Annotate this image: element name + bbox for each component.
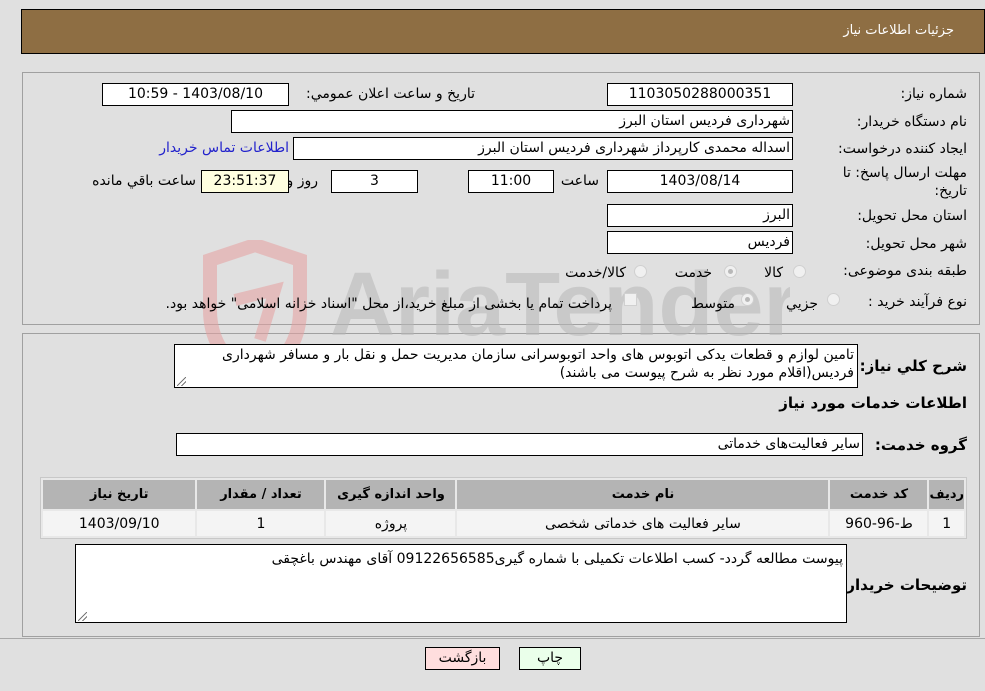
city-field: فردیس [607, 231, 793, 254]
category-option-service: خدمت [674, 265, 712, 281]
category-radio-service[interactable] [724, 265, 737, 278]
category-radio-goods[interactable] [793, 265, 806, 278]
process-radio-minor[interactable] [827, 293, 840, 306]
province-field: البرز [607, 204, 793, 227]
services-section-title: اطلاعات خدمات مورد نیاز [779, 394, 967, 412]
category-radio-goods-service[interactable] [634, 265, 647, 278]
buyer-notes-textarea: پیوست مطالعه گردد- کسب اطلاعات تکمیلی با… [75, 544, 847, 623]
footer-divider [0, 638, 985, 639]
creator-label: ایجاد کننده درخواست: [838, 141, 967, 157]
buyer-notes-label: توضیحات خریدار: [840, 576, 967, 594]
announce-datetime-field: 1403/08/10 - 10:59 [102, 83, 289, 106]
announce-label: تاریخ و ساعت اعلان عمومي: [306, 86, 475, 102]
deadline-date-field: 1403/08/14 [607, 170, 793, 193]
buyer-notes-text: پیوست مطالعه گردد- کسب اطلاعات تکمیلی با… [271, 551, 843, 567]
category-option-goods-service: کالا/خدمت [565, 265, 626, 281]
category-option-goods: کالا [764, 265, 783, 281]
remaining-label: ساعت باقي مانده [92, 173, 196, 189]
table-row: 1 ط-96-960 سایر فعالیت های خدماتی شخصی پ… [43, 511, 964, 536]
buyer-org-field: شهرداری فردیس استان البرز [231, 110, 793, 133]
process-radio-medium[interactable] [741, 293, 754, 306]
deadline-time-field: 11:00 [468, 170, 554, 193]
remaining-time-field: 23:51:37 [201, 170, 289, 193]
time-label: ساعت [560, 173, 599, 189]
need-number-field: 1103050288000351 [607, 83, 793, 106]
deadline-label: مهلت ارسال پاسخ: تا [842, 165, 967, 181]
services-table: ردیف کد خدمت نام خدمت واحد اندازه گیری ت… [40, 477, 967, 539]
city-label: شهر محل تحویل: [865, 236, 967, 252]
col-service-name: نام خدمت [457, 480, 829, 509]
service-group-field: سایر فعالیت‌های خدماتی [176, 433, 863, 456]
process-label: نوع فرآیند خرید : [868, 294, 967, 310]
service-group-label: گروه خدمت: [874, 436, 967, 454]
col-row-number: ردیف [929, 480, 964, 509]
process-option-medium: متوسط [691, 296, 735, 312]
cell-service-name: سایر فعالیت های خدماتی شخصی [457, 511, 829, 536]
description-textarea: تامین لوازم و قطعات یدکی اتوبوس های واحد… [174, 344, 858, 388]
days-field: 3 [331, 170, 418, 193]
buyer-org-label: نام دستگاه خریدار: [856, 114, 967, 130]
category-label: طبقه بندی موضوعی: [843, 263, 967, 279]
cell-need-date: 1403/09/10 [43, 511, 196, 536]
table-header-row: ردیف کد خدمت نام خدمت واحد اندازه گیری ت… [43, 480, 964, 509]
page-title: جزئیات اطلاعات نیاز [843, 23, 954, 38]
treasury-text: پرداخت تمام یا بخشی از مبلغ خرید،از محل … [165, 296, 612, 312]
col-quantity: تعداد / مقدار [197, 480, 325, 509]
resize-grip-icon[interactable] [78, 612, 87, 621]
description-label: شرح کلي نیاز: [859, 357, 967, 375]
creator-field: اسداله محمدی کارپرداز شهرداری فردیس استا… [293, 137, 793, 160]
col-need-date: تاریخ نیاز [43, 480, 196, 509]
print-button[interactable]: چاپ [519, 647, 581, 670]
days-label: روز و [286, 173, 319, 189]
cell-unit: پروژه [326, 511, 456, 536]
treasury-checkbox[interactable] [624, 293, 637, 306]
cell-service-code: ط-96-960 [830, 511, 928, 536]
cell-quantity: 1 [197, 511, 325, 536]
process-option-minor: جزيي [786, 296, 818, 312]
deadline-label-2: تاریخ: [934, 183, 967, 199]
description-text: تامین لوازم و قطعات یدکی اتوبوس های واحد… [222, 347, 854, 381]
province-label: استان محل تحویل: [857, 208, 967, 224]
cell-row-number: 1 [929, 511, 964, 536]
resize-grip-icon[interactable] [177, 377, 186, 386]
buyer-contact-link[interactable]: اطلاعات تماس خریدار [159, 140, 289, 156]
back-button[interactable]: بازگشت [425, 647, 500, 670]
col-service-code: کد خدمت [830, 480, 928, 509]
page-header: جزئیات اطلاعات نیاز [21, 9, 985, 54]
need-number-label: شماره نیاز: [900, 86, 968, 102]
col-unit: واحد اندازه گیری [326, 480, 456, 509]
